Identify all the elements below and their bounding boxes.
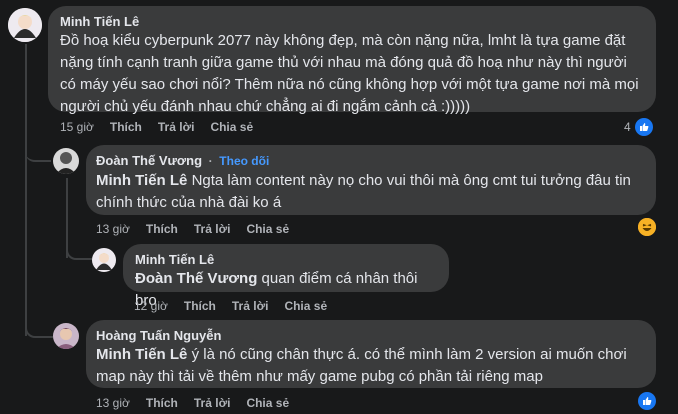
mention-link[interactable]: Minh Tiến Lê [96,172,187,189]
reply-button[interactable]: Trả lời [194,396,231,410]
thread-elbow-3 [25,316,53,338]
comment-text-line: Minh Tiến Lê ý là nó cũng chân thực á. c… [96,344,646,366]
reply-button[interactable]: Trả lời [158,120,195,134]
thread-line-main [25,44,27,336]
comment-text-line: Đồ hoạ kiểu cyberpunk 2077 này không đẹp… [60,32,626,49]
reply-button[interactable]: Trả lời [194,222,231,236]
thread-elbow-2 [66,238,92,260]
comment-bubble: Minh Tiến Lê Đoàn Thế Vương quan điểm cá… [123,244,449,309]
comment-text-line: người chủ yếu đánh nhau chứ chẳng ai đi … [60,98,471,115]
comment-text: Ngta làm content này nọ cho vui thôi mà … [191,172,631,189]
like-button[interactable]: Thích [146,222,178,236]
avatar[interactable] [53,148,79,174]
haha-reaction-icon [638,218,656,236]
comment-text-line: nặng tính cạnh tranh giữa game thủ với n… [60,54,627,71]
like-button[interactable]: Thích [184,299,216,313]
reply-button[interactable]: Trả lời [232,299,269,313]
share-button[interactable]: Chia sẻ [246,222,289,236]
comment-time[interactable]: 13 giờ [96,222,130,236]
thread-elbow-1 [25,140,51,162]
comment-time[interactable]: 13 giờ [96,396,130,410]
comment-author[interactable]: Hoàng Tuấn Nguyễn [96,327,646,344]
comment-time[interactable]: 15 giờ [60,120,94,134]
avatar[interactable] [53,323,79,349]
comment-author[interactable]: Minh Tiến Lê [60,13,644,30]
comment-bubble: Hoàng Tuấn Nguyễn Minh Tiến Lê ý là nó c… [86,320,656,388]
comment-actions: 13 giờ Thích Trả lời Chia sẻ [96,222,305,236]
like-reaction-icon [638,392,656,410]
mention-link[interactable]: Minh Tiến Lê [96,346,187,363]
comment-author-row: Đoàn Thế Vương · Theo dõi [96,152,646,170]
separator-dot: · [208,154,213,168]
like-reaction-icon [634,118,653,136]
comment-author[interactable]: Minh Tiến Lê [135,251,437,268]
avatar[interactable] [8,8,42,42]
comment-text-line: chính thức của nhà đài ko á [96,194,282,211]
comment-actions: 12 giờ Thích Trả lời Chia sẻ [134,299,343,313]
follow-link[interactable]: Theo dõi [219,154,269,168]
comment-actions: 15 giờ Thích Trả lời Chia sẻ [60,120,269,134]
comment-text-line: map này thì tải về thêm như mấy game pub… [96,368,543,385]
comment-time[interactable]: 12 giờ [134,299,168,313]
share-button[interactable]: Chia sẻ [246,396,289,410]
reaction-summary[interactable]: 4 [624,118,653,136]
reaction-summary[interactable] [638,392,656,410]
like-button[interactable]: Thích [146,396,178,410]
comment-text: ý là nó cũng chân thực á. có thể mình là… [191,346,627,363]
reaction-count: 4 [624,120,631,134]
share-button[interactable]: Chia sẻ [284,299,327,313]
comment-text-line: có máy yếu sao chơi nổi? Thêm nữa nó cũn… [60,76,639,93]
comment-text-line: Minh Tiến Lê Ngta làm content này nọ cho… [96,170,646,192]
reaction-summary[interactable] [638,218,656,236]
comment-bubble: Minh Tiến Lê Đồ hoạ kiểu cyberpunk 2077 … [48,6,656,115]
avatar[interactable] [92,248,116,272]
mention-link[interactable]: Đoàn Thế Vương [135,270,257,287]
like-button[interactable]: Thích [110,120,142,134]
comment-actions: 13 giờ Thích Trả lời Chia sẻ [96,396,305,410]
comment-bubble: Đoàn Thế Vương · Theo dõi Minh Tiến Lê N… [86,145,656,215]
comment-author[interactable]: Đoàn Thế Vương [96,153,202,168]
share-button[interactable]: Chia sẻ [210,120,253,134]
